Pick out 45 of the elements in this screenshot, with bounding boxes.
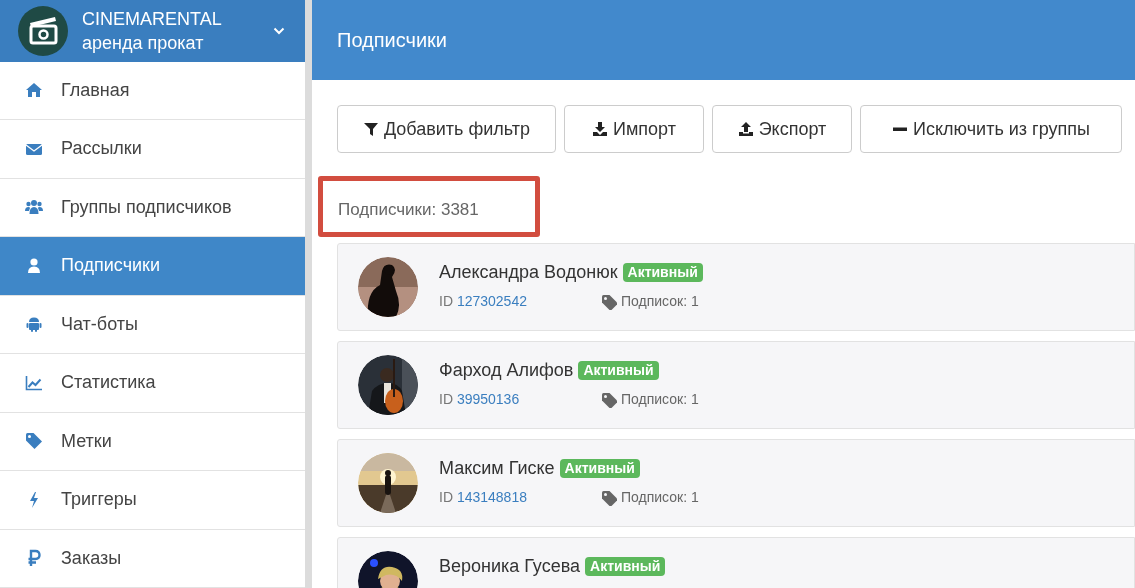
subscriber-name[interactable]: Максим Гиске — [439, 457, 555, 479]
subscription-count: Подписок: 1 — [621, 292, 699, 311]
status-badge: Активный — [559, 458, 640, 478]
toolbar-button[interactable]: Исключить из группы — [860, 105, 1122, 153]
user-icon — [25, 256, 43, 275]
subscriber-card[interactable]: Фарход Алифов Активный ID 39950136 Подписок: 1 — [337, 341, 1135, 429]
status-badge: Активный — [585, 556, 666, 576]
id-link[interactable]: 127302542 — [456, 293, 527, 309]
brand-subtitle: аренда прокат — [82, 31, 205, 55]
subscriber-id: ID 127302542 — [439, 292, 528, 311]
brand-name: CINEMARENTAL — [82, 7, 222, 31]
brand-header[interactable]: CINEMARENTAL аренда прокат — [0, 0, 305, 62]
toolbar-button[interactable]: Экспорт — [712, 105, 852, 153]
id-link[interactable]: 39950136 — [456, 391, 520, 407]
robot-icon — [25, 315, 43, 334]
tags-icon — [601, 391, 617, 408]
filter-icon — [362, 121, 379, 137]
status-badge: Активный — [622, 262, 703, 282]
page-title: Подписчики — [337, 28, 448, 53]
tags-icon — [601, 293, 617, 310]
subscription-count: Подписок: 1 — [621, 390, 699, 409]
status-badge: Активный — [578, 360, 659, 380]
subscription-count: Подписок: 1 — [621, 488, 699, 507]
tags-icon — [601, 489, 617, 506]
download-icon — [592, 121, 609, 137]
subscriber-name[interactable]: Александра Водонюк — [439, 261, 618, 283]
home-icon — [25, 81, 43, 100]
toolbar-button[interactable]: Импорт — [564, 105, 704, 153]
subscriber-name[interactable]: Вероника Гусева — [439, 555, 581, 577]
subscriber-card[interactable]: Максим Гиске Активный ID 143148818 Подписок: 1 — [337, 439, 1135, 527]
tag-icon — [25, 432, 43, 451]
subscriber-card[interactable]: Александра Водонюк Активный ID 127302542 Подписок: 1 — [337, 243, 1135, 331]
id-link[interactable]: 143148818 — [456, 489, 527, 505]
subscriber-id: ID 39950136 — [439, 390, 521, 409]
subscriber-card[interactable]: Вероника Гусева Активный — [337, 537, 1135, 588]
nav-item[interactable]: Подписчики — [0, 237, 305, 296]
chevron-down-icon[interactable] — [273, 26, 285, 35]
users-icon — [25, 198, 43, 217]
clapperboard-logo-icon — [18, 5, 68, 56]
subscriber-count: Подписчики: 3381 — [338, 198, 479, 221]
line-chart-icon — [25, 373, 43, 392]
upload-icon — [737, 121, 754, 137]
subscriber-name[interactable]: Фарход Алифов — [439, 359, 574, 381]
subscriber-id: ID 143148818 — [439, 488, 528, 507]
toolbar-button[interactable]: Добавить фильтр — [337, 105, 556, 153]
